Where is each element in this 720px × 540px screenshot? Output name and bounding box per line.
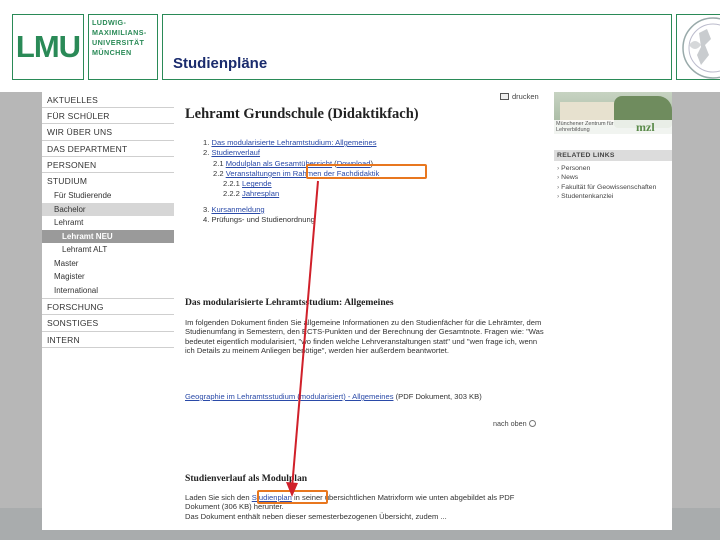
annotation-arrow (286, 180, 319, 497)
